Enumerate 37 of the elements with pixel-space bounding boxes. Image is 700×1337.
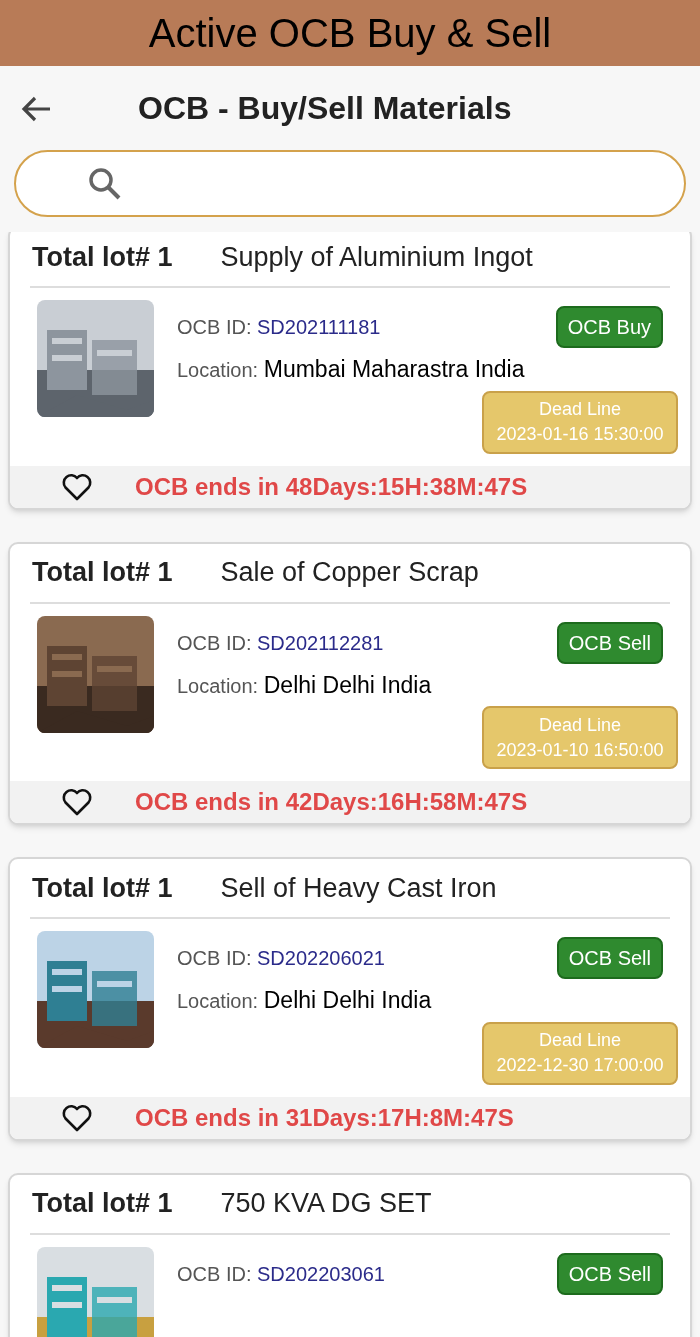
banner-title: Active OCB Buy & Sell — [148, 10, 552, 57]
deadline-badge: Dead Line 2023-01-16 15:30:00 — [482, 390, 678, 454]
ocb-id: OCB ID: SD202203061 — [177, 1261, 385, 1287]
countdown-text: OCB ends in 48Days:15H:38M:47S — [135, 471, 528, 502]
lot-number: Total lot# 1 — [32, 1187, 173, 1221]
heart-icon — [62, 1103, 92, 1132]
search-icon — [88, 166, 122, 201]
screen-title: OCB - Buy/Sell Materials — [138, 89, 512, 128]
heart-icon — [62, 788, 92, 816]
location-text: Location: Delhi Delhi India — [177, 670, 433, 700]
lot-number: Total lot# 1 — [32, 871, 173, 905]
lot-title: Sell of Heavy Cast Iron — [220, 871, 497, 905]
ocb-id: OCB ID: SD202112281 — [177, 630, 384, 656]
type-badge: OCB Sell — [556, 1252, 663, 1295]
lot-number: Total lot# 1 — [32, 556, 173, 590]
type-badge: OCB Sell — [556, 937, 663, 979]
countdown-text: OCB ends in 31Days:17H:8M:47S — [135, 1102, 514, 1133]
lot-card[interactable]: Total lot# 1 Supply of Aluminium Ingot OCB ID: SD202111181 OCB Buy Location: Mumbai Maharastra India Dead Line 2023-01-16 15:30:00 OCB ends in 48Days:15H:38M:47S — [8, 232, 692, 510]
back-arrow-icon — [20, 95, 52, 123]
location-text: Location: Delhi Delhi India — [177, 986, 433, 1015]
lot-card[interactable]: Total lot# 1 750 KVA DG SET OCB ID: SD202203061 OCB Sell — [8, 1172, 692, 1337]
favorite-button[interactable] — [61, 786, 93, 818]
lot-title: Sale of Copper Scrap — [220, 556, 479, 590]
lot-card[interactable]: Total lot# 1 Sale of Copper Scrap OCB ID: SD202112281 OCB Sell Location: Delhi Delhi India Dead Line 2023-01-10 16:50:00 OCB ends in 42Days:16H:58M:47S — [8, 541, 692, 825]
ocb-id: OCB ID: SD202111181 — [177, 315, 381, 340]
lot-number: Total lot# 1 — [32, 240, 173, 274]
type-badge: OCB Buy — [555, 306, 663, 348]
ocb-id: OCB ID: SD202206021 — [177, 946, 385, 971]
lot-title: 750 KVA DG SET — [220, 1187, 432, 1221]
lot-title: Supply of Aluminium Ingot — [220, 240, 533, 274]
deadline-badge: Dead Line 2022-12-30 17:00:00 — [482, 1021, 678, 1085]
type-badge: OCB Sell — [556, 621, 663, 664]
location-text: Location: Mumbai Maharastra India — [177, 355, 526, 384]
countdown-text: OCB ends in 42Days:16H:58M:47S — [135, 787, 528, 817]
heart-icon — [62, 472, 92, 501]
deadline-badge: Dead Line 2023-01-10 16:50:00 — [482, 706, 678, 769]
lot-card[interactable]: Total lot# 1 Sell of Heavy Cast Iron OCB ID: SD202206021 OCB Sell Location: Delhi Delhi India Dead Line 2022-12-30 17:00:00 OCB ends in 31Days:17H:8M:47S — [8, 857, 692, 1141]
